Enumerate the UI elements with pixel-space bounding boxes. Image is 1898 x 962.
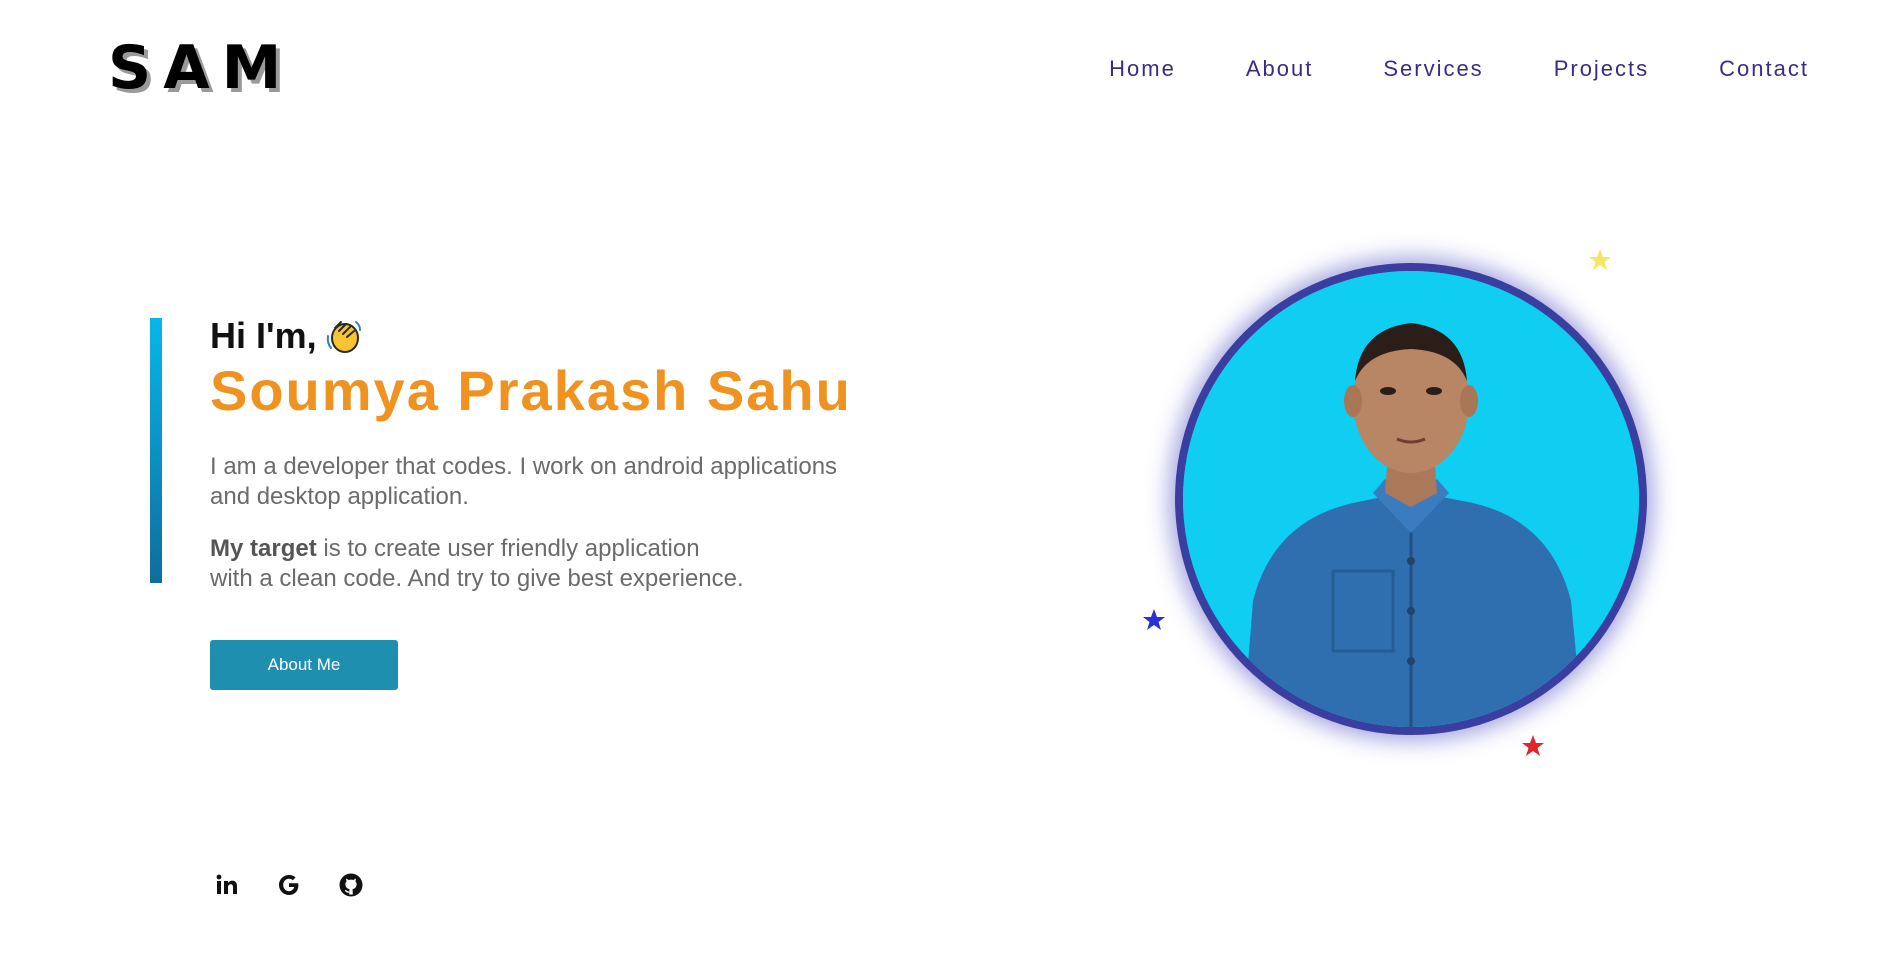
target-bold: My target (210, 535, 317, 562)
nav-services[interactable]: Services (1383, 56, 1483, 82)
accent-bar (150, 318, 162, 583)
nav-home[interactable]: Home (1109, 56, 1176, 82)
social-links (214, 872, 364, 898)
hero-section: Hi I'm, Soumya Prakash Sahu I am a devel… (210, 312, 930, 616)
greeting-text: Hi I'm, (210, 315, 317, 356)
nav-projects[interactable]: Projects (1554, 56, 1649, 82)
site-logo[interactable]: SAM (108, 38, 293, 98)
blue-star-icon (1143, 609, 1165, 630)
hero-name: Soumya Prakash Sahu (210, 359, 852, 422)
greeting: Hi I'm, (210, 312, 930, 360)
target-paragraph: My target is to create user friendly app… (210, 534, 930, 594)
target-line-1: is to create user friendly application (316, 535, 700, 562)
waving-hand-icon (323, 316, 363, 356)
hero-intro: I am a developer that codes. I work on a… (210, 452, 930, 594)
github-icon[interactable] (338, 872, 364, 898)
linkedin-icon[interactable] (214, 872, 240, 898)
nav-contact[interactable]: Contact (1719, 56, 1809, 82)
intro-line-1: I am a developer that codes. I work on a… (210, 453, 838, 480)
google-icon[interactable] (276, 872, 302, 898)
intro-line-2: and desktop application. (210, 483, 469, 510)
about-me-button[interactable]: About Me (210, 640, 398, 690)
red-star-icon (1522, 735, 1544, 756)
profile-photo (1183, 271, 1639, 727)
nav-about[interactable]: About (1246, 56, 1314, 82)
target-line-2: with a clean code. And try to give best … (210, 565, 744, 592)
intro-paragraph: I am a developer that codes. I work on a… (210, 452, 930, 512)
yellow-star-icon (1589, 249, 1611, 270)
main-nav: Home About Services Projects Contact (1109, 56, 1809, 82)
